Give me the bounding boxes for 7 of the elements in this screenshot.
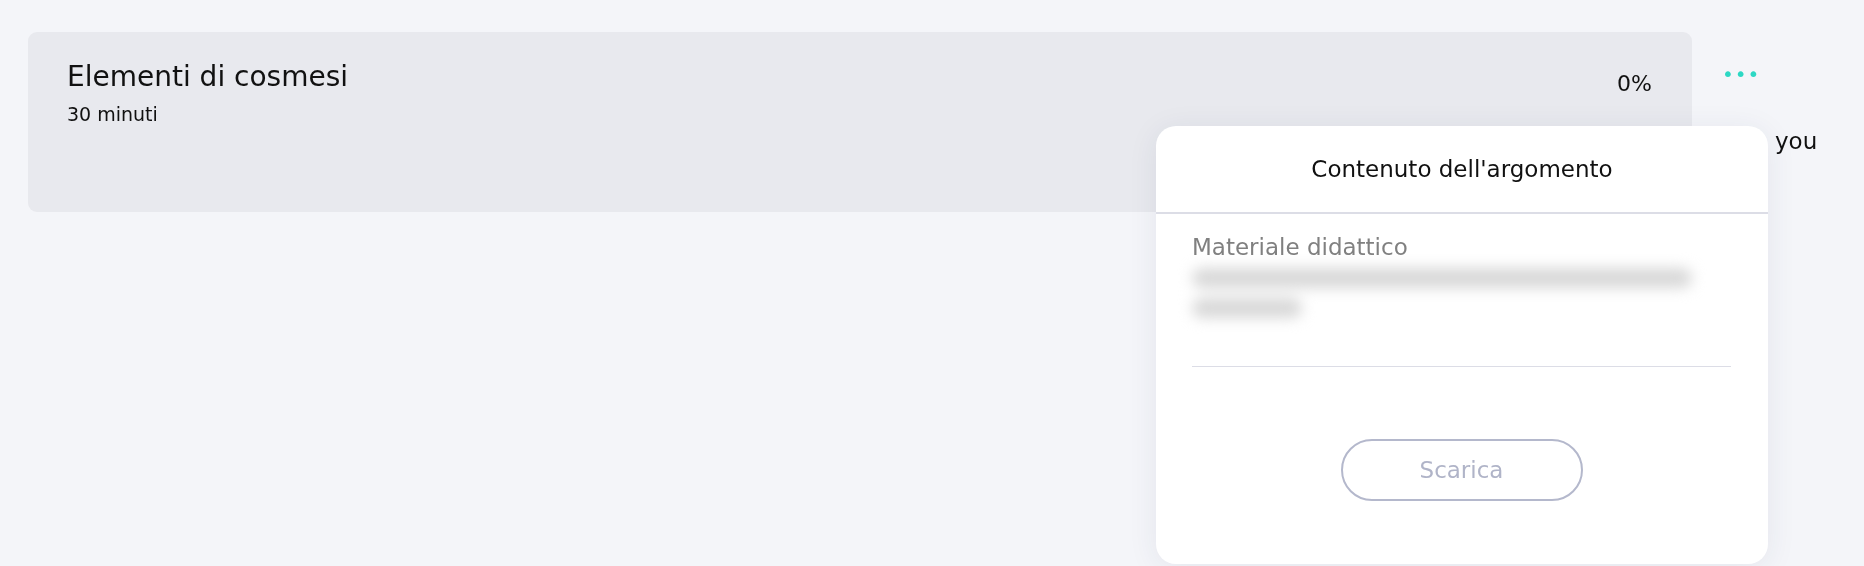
progress-percent: 0%	[1617, 71, 1652, 98]
popup-title: Contenuto dell'argomento	[1156, 126, 1768, 214]
topic-title: Elementi di cosmesi	[67, 60, 349, 93]
background-text: you	[1775, 128, 1818, 154]
topic-duration: 30 minuti	[67, 103, 159, 125]
more-button[interactable]: •••	[1722, 62, 1761, 86]
section-label: Materiale didattico	[1192, 234, 1409, 260]
